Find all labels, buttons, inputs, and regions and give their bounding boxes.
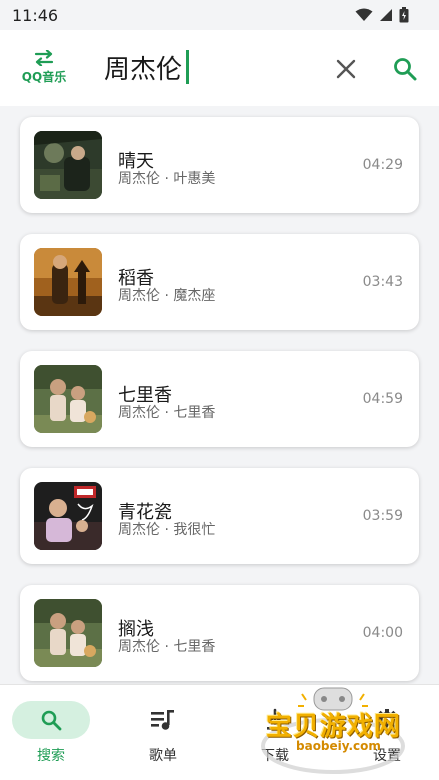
song-card[interactable]: 七里香 周杰伦 · 七里香 04:59	[20, 351, 419, 447]
song-duration: 04:00	[362, 625, 403, 641]
song-artist-album: 周杰伦 · 七里香	[118, 405, 216, 421]
nav-search-indicator	[12, 701, 90, 739]
nav-search[interactable]: 搜索	[12, 701, 92, 765]
song-card[interactable]: 晴天 周杰伦 · 叶惠美 04:29	[20, 117, 419, 213]
album-cover	[34, 131, 102, 199]
song-duration: 04:59	[362, 391, 403, 407]
album-cover	[34, 365, 102, 433]
album-cover	[34, 248, 102, 316]
signal-icon	[380, 9, 392, 21]
search-input[interactable]	[104, 48, 314, 86]
nav-playlist-indicator	[124, 701, 202, 739]
wifi-icon	[355, 8, 373, 21]
search-icon[interactable]	[391, 55, 419, 83]
music-source-toggle[interactable]: QQ音乐	[14, 50, 74, 90]
nav-playlist[interactable]: 歌单	[124, 701, 204, 765]
music-source-label: QQ音乐	[21, 70, 67, 84]
nav-playlist-label: 歌单	[149, 748, 177, 764]
song-list: 晴天 周杰伦 · 叶惠美 04:29 稻香 周杰伦 · 魔杰座 03:43 七里…	[0, 106, 439, 684]
song-card[interactable]: 青花瓷 周杰伦 · 我很忙 03:59	[20, 468, 419, 564]
song-card[interactable]: 搁浅 周杰伦 · 七里香 04:00	[20, 585, 419, 681]
playlist-icon	[151, 710, 174, 730]
text-cursor	[186, 50, 189, 84]
song-duration: 03:59	[362, 508, 403, 524]
watermark-url: baobeiy.com	[296, 739, 381, 753]
album-cover	[34, 599, 102, 667]
swap-arrows-icon	[34, 50, 54, 66]
song-artist-album: 周杰伦 · 魔杰座	[118, 288, 216, 304]
song-artist-album: 周杰伦 · 我很忙	[118, 522, 216, 538]
status-time: 11:46	[12, 5, 59, 25]
search-icon	[41, 710, 62, 731]
status-bar: 11:46	[0, 0, 439, 30]
status-icons	[355, 7, 409, 23]
battery-icon	[399, 7, 409, 23]
album-cover	[34, 482, 102, 550]
search-header: QQ音乐	[0, 30, 439, 106]
song-duration: 03:43	[362, 274, 403, 290]
song-card[interactable]: 稻香 周杰伦 · 魔杰座 03:43	[20, 234, 419, 330]
song-duration: 04:29	[362, 157, 403, 173]
watermark-text: 宝贝游戏网	[266, 712, 402, 742]
nav-search-label: 搜索	[37, 748, 65, 764]
clear-icon[interactable]	[333, 56, 359, 82]
song-artist-album: 周杰伦 · 叶惠美	[118, 171, 216, 187]
song-artist-album: 周杰伦 · 七里香	[118, 639, 216, 655]
